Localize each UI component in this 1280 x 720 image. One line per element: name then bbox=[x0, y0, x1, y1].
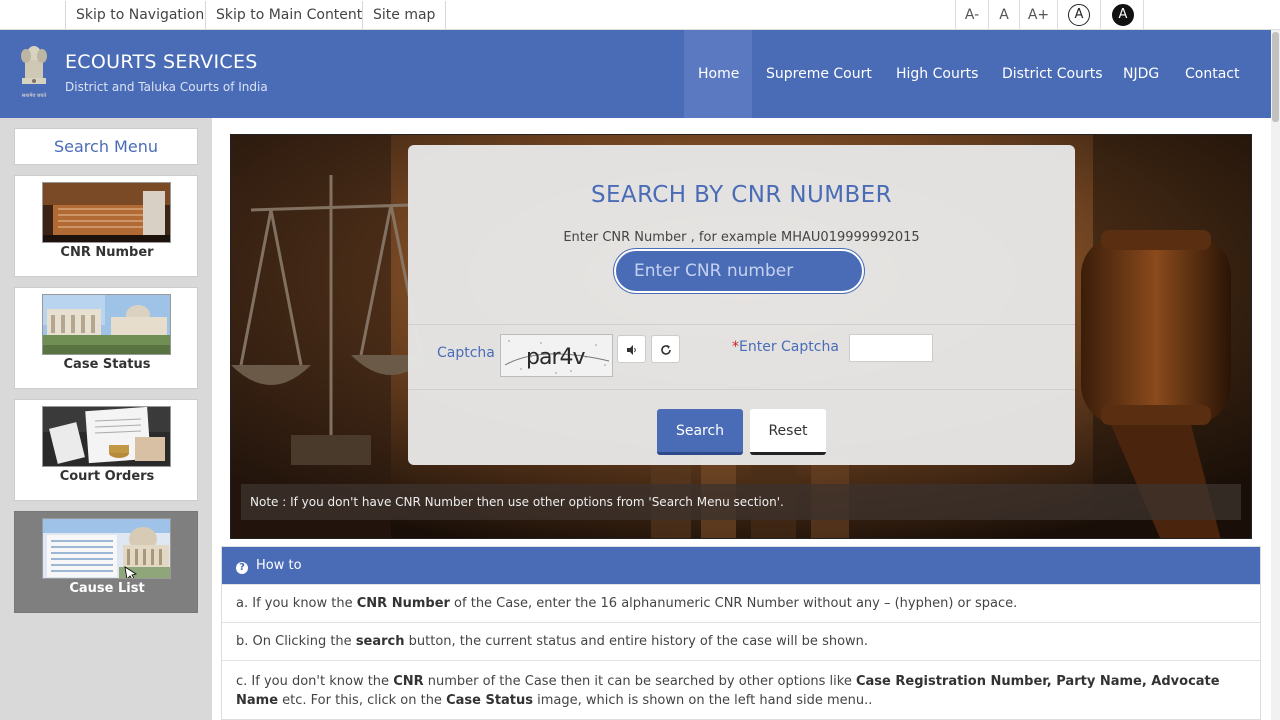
cnr-number-input[interactable]: Enter CNR number bbox=[614, 249, 864, 293]
sidebar-item-case-status[interactable]: Case Status bbox=[14, 287, 198, 389]
court-orders-thumbnail[interactable] bbox=[42, 406, 171, 467]
normal-contrast-button[interactable]: A bbox=[1068, 4, 1090, 26]
how-to-step-c: c. If you don't know the CNR number of t… bbox=[222, 660, 1260, 720]
emblem-caption: सत्यमेव जयते bbox=[22, 92, 47, 99]
enter-captcha-text: Enter Captcha bbox=[739, 339, 839, 355]
site-map-link[interactable]: Site map bbox=[362, 1, 447, 29]
nav-njdg[interactable]: NJDG bbox=[1109, 30, 1173, 118]
page-scrollbar[interactable] bbox=[1271, 30, 1280, 720]
sidebar-item-label: Case Status bbox=[63, 357, 151, 372]
reset-button[interactable]: Reset bbox=[750, 409, 826, 455]
cnr-example-hint: Enter CNR Number , for example MHAU01999… bbox=[563, 230, 920, 245]
search-menu-heading: Search Menu bbox=[14, 128, 198, 165]
sidebar-item-label: CNR Number bbox=[60, 245, 154, 260]
sidebar-item-label: Cause List bbox=[69, 581, 145, 596]
national-emblem-icon[interactable]: सत्यमेव जयते bbox=[16, 42, 52, 100]
site-subtitle: District and Taluka Courts of India bbox=[65, 80, 268, 94]
font-increase-button[interactable]: A+ bbox=[1019, 0, 1057, 30]
captcha-refresh-button[interactable] bbox=[651, 335, 680, 363]
question-circle-icon: ? bbox=[236, 562, 248, 574]
captcha-label: Captcha bbox=[437, 345, 495, 361]
nav-supreme-court[interactable]: Supreme Court bbox=[752, 30, 886, 118]
search-menu-note: Note : If you don't have CNR Number then… bbox=[241, 484, 1241, 520]
speaker-icon bbox=[626, 344, 636, 355]
nav-high-courts[interactable]: High Courts bbox=[882, 30, 992, 118]
site-header: सत्यमेव जयते ECOURTS SERVICES District a… bbox=[0, 30, 1271, 170]
search-menu-sidebar: Search Menu CNR Number Case Status Court… bbox=[0, 118, 212, 720]
captcha-input[interactable] bbox=[849, 334, 933, 362]
how-to-header[interactable]: ? How to bbox=[222, 547, 1260, 584]
required-asterisk: * bbox=[732, 339, 739, 355]
font-decrease-button[interactable]: A- bbox=[955, 0, 988, 30]
cnr-search-title: SEARCH BY CNR NUMBER bbox=[591, 182, 892, 208]
cnr-number-thumbnail[interactable] bbox=[42, 182, 171, 243]
enter-captcha-label: *Enter Captcha bbox=[732, 339, 839, 355]
sidebar-item-cnr-number[interactable]: CNR Number bbox=[14, 175, 198, 277]
cnr-search-panel: SEARCH BY CNR NUMBER Enter CNR Number , … bbox=[408, 145, 1075, 465]
accessibility-bar: Skip to Navigation Skip to Main Content … bbox=[0, 0, 1280, 30]
search-button[interactable]: Search bbox=[657, 409, 743, 455]
skip-to-main-content-link[interactable]: Skip to Main Content bbox=[205, 1, 372, 29]
nav-district-courts[interactable]: District Courts bbox=[988, 30, 1117, 118]
case-status-thumbnail[interactable] bbox=[42, 294, 171, 355]
how-to-panel: ? How to a. If you know the CNR Number of… bbox=[221, 546, 1261, 720]
nav-contact-us[interactable]: Contact Us bbox=[1171, 30, 1271, 170]
site-title[interactable]: ECOURTS SERVICES bbox=[65, 51, 258, 73]
captcha-audio-button[interactable] bbox=[617, 335, 646, 363]
sidebar-item-label: Court Orders bbox=[59, 469, 155, 484]
font-normal-button[interactable]: A bbox=[988, 0, 1019, 30]
captcha-text: par4v bbox=[526, 345, 585, 370]
sidebar-item-court-orders[interactable]: Court Orders bbox=[14, 399, 198, 501]
how-to-step-b: b. On Clicking the search button, the cu… bbox=[222, 622, 1260, 660]
captcha-image: par4v bbox=[500, 334, 613, 377]
how-to-step-a: a. If you know the CNR Number of the Cas… bbox=[222, 584, 1260, 622]
skip-to-navigation-link[interactable]: Skip to Navigation bbox=[65, 1, 214, 29]
cause-list-thumbnail[interactable] bbox=[42, 518, 171, 579]
sidebar-item-cause-list[interactable]: Cause List bbox=[14, 511, 198, 613]
nav-home[interactable]: Home bbox=[684, 30, 752, 118]
high-contrast-button[interactable]: A bbox=[1112, 4, 1134, 26]
refresh-icon bbox=[660, 344, 671, 355]
scrollbar-thumb[interactable] bbox=[1272, 32, 1279, 122]
how-to-title: How to bbox=[256, 558, 302, 573]
